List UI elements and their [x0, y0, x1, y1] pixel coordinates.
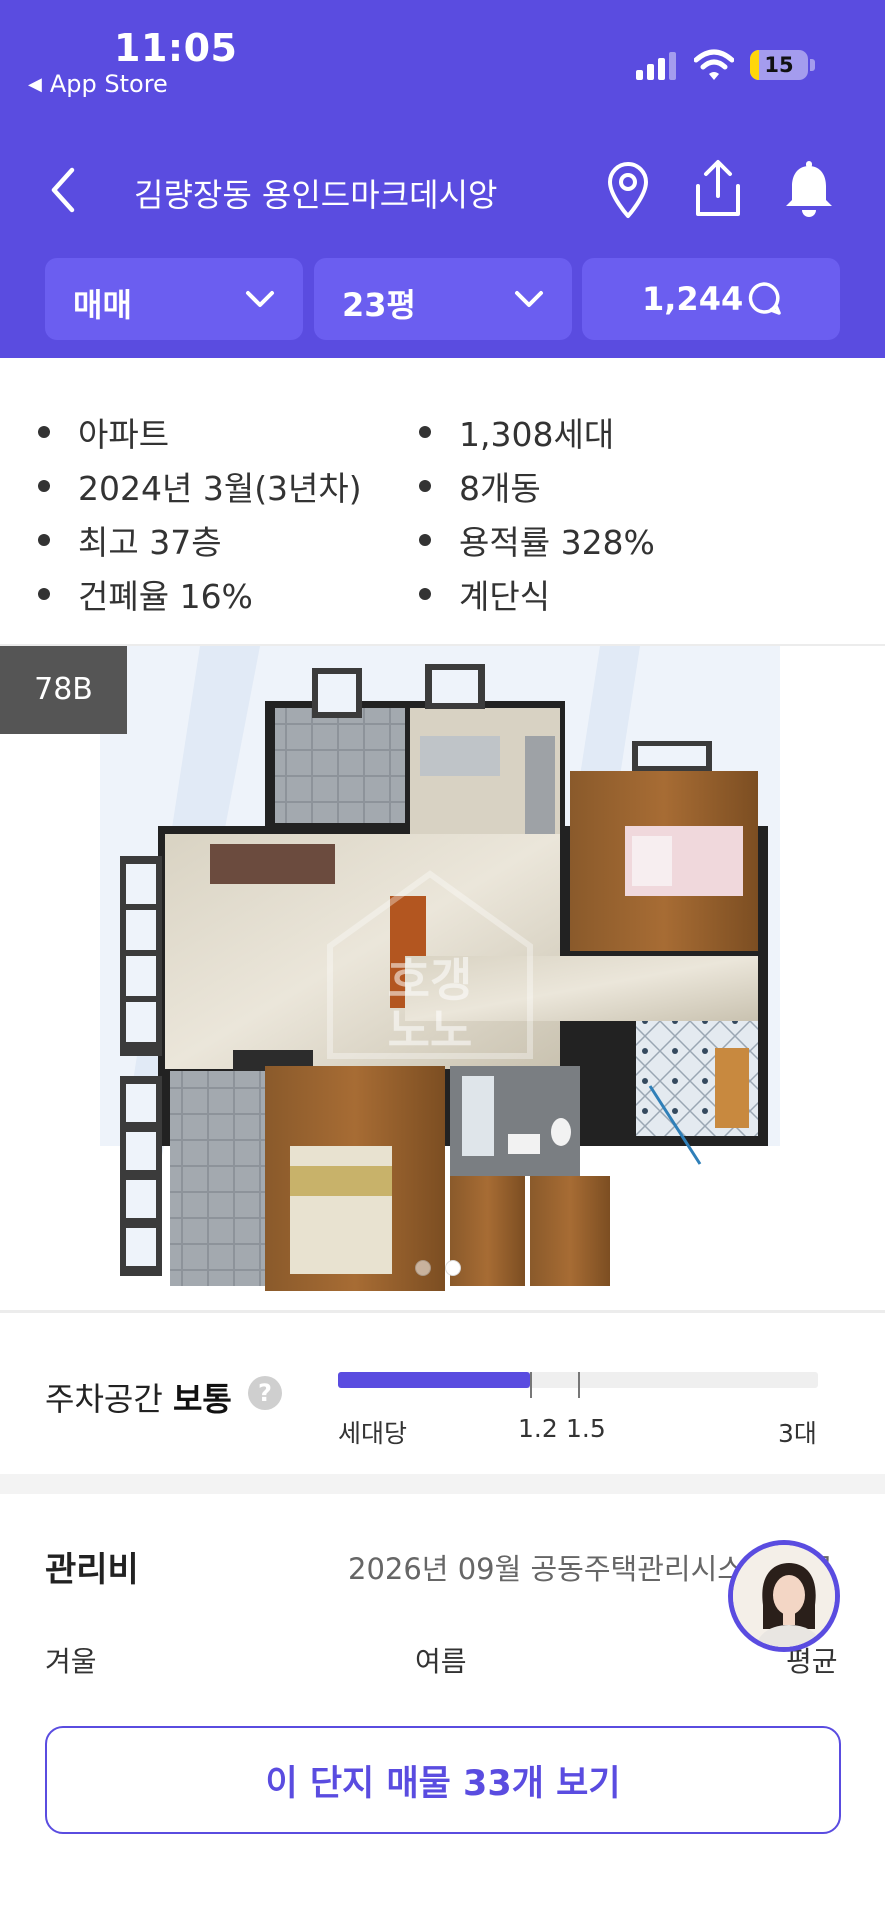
back-icon[interactable]	[44, 160, 84, 220]
chevron-down-icon	[246, 291, 274, 307]
back-app-label: App Store	[49, 70, 168, 98]
fees-title: 관리비	[45, 1550, 139, 1590]
pager-dot[interactable]	[415, 1260, 431, 1276]
bell-icon[interactable]	[780, 160, 838, 220]
info-item: 1,308세대	[419, 408, 614, 456]
battery-level: 15	[764, 53, 794, 77]
divider	[0, 1310, 885, 1313]
parking-average-label: 1.5	[566, 1414, 606, 1443]
app-header: 11:05 ◀ App Store 15 김량장동 용인드마크데시앙 매매 23…	[0, 0, 885, 358]
svg-text:호갱: 호갱	[388, 953, 473, 1007]
parking-section: 주차공간 보통 ? 세대당 1.2 1.5 3대	[0, 1314, 885, 1474]
info-item: 최고 37층	[38, 516, 222, 564]
info-item: 아파트	[38, 408, 169, 456]
parking-value-label: 1.2	[518, 1414, 558, 1443]
status-bar: 11:05 ◀ App Store 15	[0, 0, 885, 110]
chat-bubble-icon	[748, 282, 781, 315]
complex-info-list: 아파트 2024년 3월(3년차) 최고 37층 건폐율 16% 1,308세대…	[0, 380, 885, 630]
info-item: 2024년 3월(3년차)	[38, 462, 362, 510]
battery-icon: 15	[750, 50, 808, 80]
parking-value-tick	[530, 1372, 532, 1398]
back-triangle-icon: ◀	[28, 73, 42, 95]
filter-bar: 매매 23평 1,244	[0, 258, 885, 340]
page-title: 김량장동 용인드마크데시앙	[134, 176, 498, 214]
info-item: 건폐율 16%	[38, 570, 253, 618]
parking-unit-label: 세대당	[338, 1419, 408, 1448]
fees-col-winter: 겨울	[45, 1645, 97, 1678]
size-label: 23평	[342, 286, 416, 324]
wifi-icon	[694, 49, 734, 80]
parking-max-label: 3대	[778, 1419, 817, 1448]
trade-type-dropdown[interactable]: 매매	[45, 258, 303, 340]
info-item: 용적률 328%	[419, 516, 655, 564]
floor-plan-image: 호갱 노노	[100, 646, 780, 1291]
info-item: 8개동	[419, 462, 541, 510]
cellular-signal-icon	[636, 52, 676, 80]
status-time: 11:05	[114, 26, 238, 70]
chat-button[interactable]: 1,244	[582, 258, 840, 340]
view-listings-button[interactable]: 이 단지 매물 33개 보기	[45, 1726, 841, 1834]
parking-bar-fill	[338, 1372, 530, 1388]
fees-col-summer: 여름	[415, 1645, 467, 1678]
battery-tip	[810, 59, 815, 71]
back-to-app-store-link[interactable]: ◀ App Store	[28, 70, 168, 98]
chevron-down-icon	[515, 291, 543, 307]
help-icon[interactable]: ?	[248, 1376, 282, 1410]
svg-text:노노: 노노	[388, 1003, 473, 1057]
parking-average-tick	[578, 1372, 580, 1398]
size-dropdown[interactable]: 23평	[314, 258, 572, 340]
trade-type-label: 매매	[73, 286, 132, 324]
agent-avatar[interactable]	[728, 1540, 840, 1652]
parking-title: 주차공간 보통	[45, 1380, 232, 1418]
carousel-pager	[415, 1260, 461, 1276]
floor-plan-type-badge: 78B	[0, 646, 127, 734]
nav-bar: 김량장동 용인드마크데시앙	[0, 150, 885, 230]
location-pin-icon[interactable]	[604, 160, 652, 220]
pager-dot-active[interactable]	[445, 1260, 461, 1276]
section-divider	[0, 1474, 885, 1494]
share-icon[interactable]	[690, 158, 746, 220]
info-item: 계단식	[419, 570, 550, 618]
floor-plan-carousel[interactable]: 78B 호갱 노노	[0, 646, 885, 1310]
chat-count: 1,244	[642, 280, 744, 318]
